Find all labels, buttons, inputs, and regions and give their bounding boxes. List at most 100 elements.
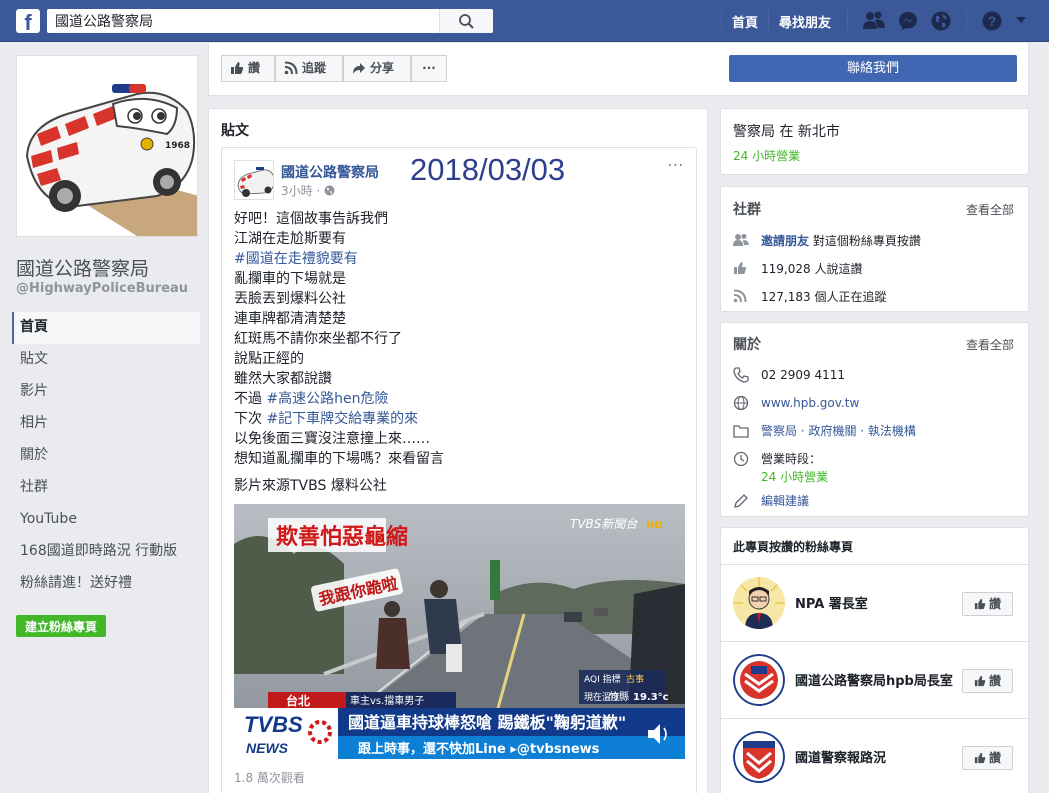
account-menu-chevron-down-icon[interactable] <box>1015 16 1027 24</box>
liked-page-avatar[interactable] <box>733 654 785 706</box>
sidebar-item-community[interactable]: 社群 <box>12 472 200 504</box>
video-title-tag: 欺善怕惡龜縮 <box>276 524 408 550</box>
community-title: 社群 <box>733 202 761 218</box>
highway-police-badge-icon <box>733 654 785 706</box>
community-see-all-link[interactable]: 查看全部 <box>966 201 1014 218</box>
post-line: 下次 #記下車牌交給專業的來 <box>234 409 674 429</box>
like-page-label: 讚 <box>248 61 261 75</box>
like-label: 讚 <box>988 751 1001 765</box>
website-link[interactable]: www.hpb.gov.tw <box>761 394 859 412</box>
hours-value: 24 小時營業 <box>761 470 829 484</box>
post-line-prefix: 下次 <box>234 411 267 427</box>
community-card: 社群 查看全部 邀請朋友 對這個粉絲專頁按讚 119,028 人說這讚 127,… <box>720 186 1029 312</box>
video-location-tag: 台北 <box>286 693 310 708</box>
page-categories[interactable]: 警察局 · 政府機關 · 執法機構 <box>761 422 916 440</box>
post-body-text: 好吧！這個故事告訴我們 江湖在走尬斯要有 #國道在走禮貌要有 亂攔車的下場就是 … <box>234 209 674 469</box>
like-label: 讚 <box>988 597 1001 611</box>
like-page-button[interactable]: 讚 <box>221 55 275 82</box>
liked-page-name[interactable]: 國道警察報路況 <box>795 747 955 766</box>
create-page-button[interactable]: 建立粉絲專頁 <box>16 615 107 637</box>
liked-page-like-button[interactable]: 讚 <box>962 592 1013 616</box>
post-options-button[interactable]: ··· <box>668 158 684 174</box>
sidebar-item-home[interactable]: 首頁 <box>12 312 200 344</box>
follow-page-label: 追蹤 <box>302 61 327 75</box>
liked-page-row: NPA 署長室 讚 <box>721 564 1028 641</box>
post-hashtag[interactable]: #國道在走禮貌要有 <box>234 249 674 269</box>
video-weather-city: 竹縣 <box>609 690 629 703</box>
traffic-police-badge-icon <box>733 731 785 783</box>
liked-page-name[interactable]: 國道公路警察局hpb局長室 <box>795 670 955 689</box>
sidebar-item-youtube[interactable]: YouTube <box>12 504 200 536</box>
sidebar-item-about[interactable]: 關於 <box>12 440 200 472</box>
post-video-player[interactable]: 欺善怕惡龜縮 我跟你跪啦 TVBS新聞台 HD AQI 指標 古事 現在溫度 竹… <box>234 504 685 759</box>
public-globe-icon <box>324 185 335 196</box>
police-car-avatar-icon <box>235 161 273 199</box>
thumbs-up-icon <box>974 675 986 687</box>
invite-friends-link[interactable]: 邀請朋友 <box>761 234 809 248</box>
liked-page-avatar[interactable] <box>733 731 785 783</box>
post-line: 紅斑馬不請你來坐都不行了 <box>234 331 402 347</box>
help-icon[interactable]: ? <box>981 10 1003 32</box>
liked-page-name[interactable]: NPA 署長室 <box>795 593 955 612</box>
suggest-edits-link[interactable]: 編輯建議 <box>761 492 809 510</box>
sidebar-item-videos[interactable]: 影片 <box>12 376 200 408</box>
posts-panel: 貼文 國道公路警察局 3小時 · 2018/03/03 ··· 好吧！這個故事告… <box>208 108 708 793</box>
hours-label: 營業時段： <box>761 452 822 466</box>
more-actions-button[interactable]: ··· <box>411 55 447 82</box>
page-handle[interactable]: @HighwayPoliceBureau <box>16 281 188 296</box>
page-name: 國道公路警察局 <box>16 258 150 280</box>
phone-icon <box>733 367 749 383</box>
nav-home-link[interactable]: 首頁 <box>732 12 758 31</box>
sidebar-item-photos[interactable]: 相片 <box>12 408 200 440</box>
share-page-button[interactable]: 分享 <box>343 55 411 82</box>
profile-picture[interactable]: 1968 <box>16 55 198 237</box>
liked-pages-title: 此專頁按讚的粉絲專頁 <box>733 540 854 554</box>
rss-follow-icon <box>284 61 298 75</box>
post-line: 以免後面三寶沒注意撞上來…… <box>234 431 430 447</box>
post-date-overlay: 2018/03/03 <box>410 152 566 187</box>
page-category-location: 警察局 在 新北市 <box>733 124 840 140</box>
invite-friends-text: 對這個粉絲專頁按讚 <box>812 234 921 248</box>
post-timestamp[interactable]: 3小時 · <box>281 182 335 199</box>
liked-page-like-button[interactable]: 讚 <box>962 669 1013 693</box>
search-input[interactable] <box>47 9 437 33</box>
video-weather-temp: 19.3°c <box>633 692 669 703</box>
friend-requests-icon[interactable] <box>862 10 886 32</box>
liked-page-like-button[interactable]: 讚 <box>962 746 1013 770</box>
post-author-link[interactable]: 國道公路警察局 <box>281 162 379 182</box>
post-hashtag[interactable]: #高速公路hen危險 <box>266 391 388 407</box>
post-hashtag[interactable]: #記下車牌交給專業的來 <box>266 411 418 427</box>
website-globe-icon <box>733 395 749 411</box>
more-actions-label: ··· <box>422 61 436 75</box>
post-line: 想知道亂攔車的下場嗎？來看留言 <box>234 451 444 467</box>
sidebar-item-posts[interactable]: 貼文 <box>12 344 200 376</box>
phone-number[interactable]: 02 2909 4111 <box>761 366 845 384</box>
tvbs-logo-top: TVBS <box>244 712 303 737</box>
post-line: 好吧！這個故事告訴我們 <box>234 211 388 227</box>
facebook-logo-icon[interactable]: f <box>16 9 40 33</box>
search-button[interactable] <box>439 9 493 33</box>
liked-page-row: 國道公路警察局hpb局長室 讚 <box>721 641 1028 718</box>
video-weather-aqi: AQI 指標 <box>584 673 621 685</box>
video-frame: 欺善怕惡龜縮 我跟你跪啦 TVBS新聞台 HD AQI 指標 古事 現在溫度 竹… <box>234 504 685 759</box>
sidebar-item-fan-gifts[interactable]: 粉絲請進！送好禮 <box>12 568 200 600</box>
pencil-icon <box>734 494 748 508</box>
liked-page-avatar[interactable] <box>733 577 785 629</box>
follows-rss-icon <box>733 289 747 303</box>
contact-us-button[interactable]: 聯絡我們 <box>729 55 1017 82</box>
post-line: 丟臉丟到爆料公社 <box>234 291 346 307</box>
notifications-globe-icon[interactable] <box>930 10 952 32</box>
page-action-bar: 讚 追蹤 分享 ··· 聯絡我們 <box>208 43 1029 96</box>
page-likes-count: 119,028 人說這讚 <box>761 262 863 276</box>
messenger-icon[interactable] <box>897 10 919 32</box>
about-card: 關於 查看全部 02 2909 4111 www.hpb.gov.tw 警察局 … <box>720 322 1029 517</box>
page-info-card: 警察局 在 新北市 24 小時營業 <box>720 108 1029 175</box>
share-arrow-icon <box>353 63 365 74</box>
thumbs-up-icon <box>231 62 244 74</box>
sidebar-item-traffic-mobile[interactable]: 168國道即時路況 行動版 <box>12 536 200 568</box>
follow-page-button[interactable]: 追蹤 <box>275 55 343 82</box>
thumbs-up-icon <box>974 752 986 764</box>
about-see-all-link[interactable]: 查看全部 <box>966 336 1014 353</box>
nav-find-friends-link[interactable]: 尋找朋友 <box>779 12 831 31</box>
post-author-avatar[interactable] <box>234 160 274 200</box>
